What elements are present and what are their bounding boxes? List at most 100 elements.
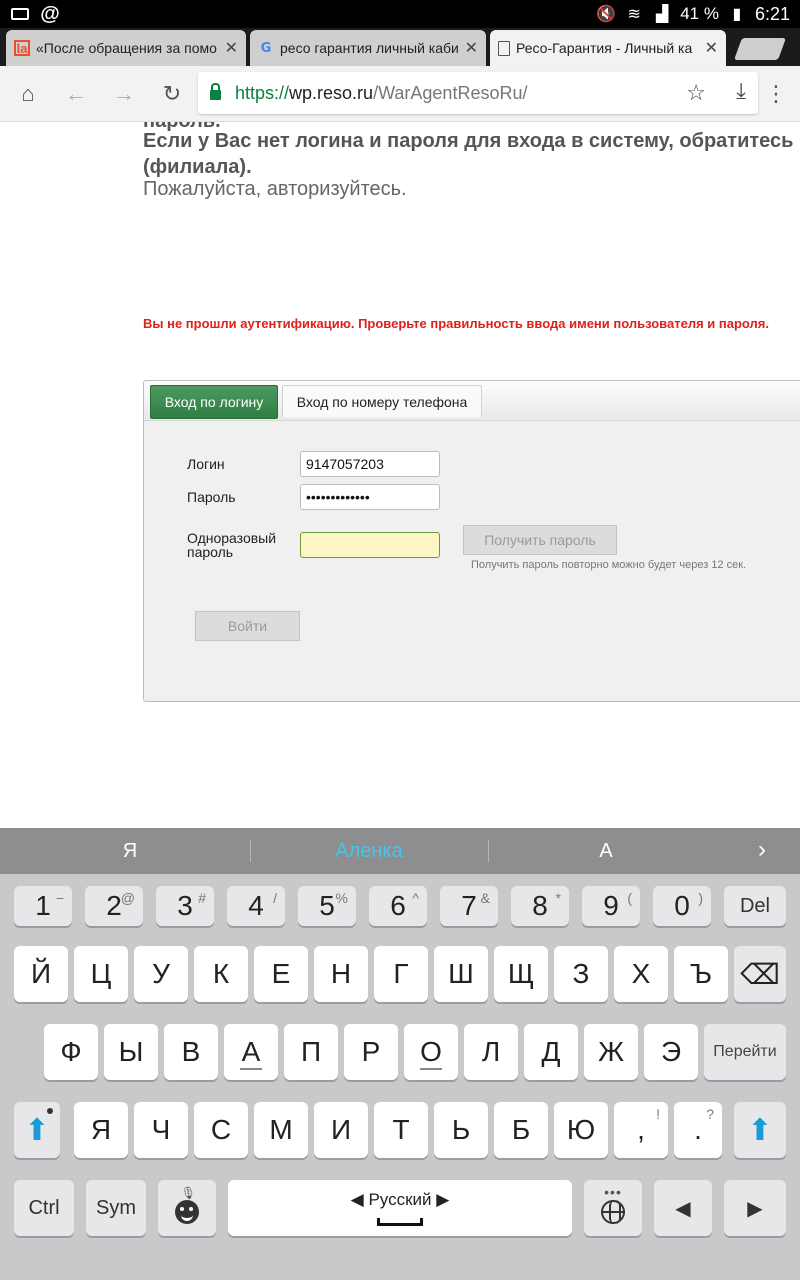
key-letter[interactable]: Н: [314, 946, 368, 1002]
key-letter[interactable]: Ь: [434, 1102, 488, 1158]
key-letter[interactable]: С: [194, 1102, 248, 1158]
key-letter[interactable]: М: [254, 1102, 308, 1158]
back-icon[interactable]: ←: [52, 70, 100, 118]
key-label: В: [181, 1036, 201, 1067]
overflow-menu-icon[interactable]: ⋮: [758, 70, 794, 118]
key-label: ,: [637, 1114, 645, 1145]
key-label: С: [210, 1114, 232, 1145]
key-letter[interactable]: Е: [254, 946, 308, 1002]
key-letter[interactable]: Ц: [74, 946, 128, 1002]
address-bar[interactable]: https:// wp.reso.ru /WarAgentResoRu/ ☆ ⤓: [198, 72, 758, 114]
shift-icon: ⬆: [24, 1113, 50, 1147]
key-digit-6[interactable]: 6 ^: [369, 886, 427, 926]
login-input[interactable]: 9147057203: [300, 451, 440, 477]
key-language[interactable]: •••: [584, 1180, 642, 1236]
shift-icon: ⬆: [747, 1113, 773, 1147]
key-letter[interactable]: Т: [374, 1102, 428, 1158]
key-delete[interactable]: Del: [724, 886, 786, 926]
key-letter[interactable]: Х: [614, 946, 668, 1002]
tab-login-by-phone[interactable]: Вход по номеру телефона: [282, 385, 482, 417]
close-tab-icon[interactable]: ✕: [465, 38, 478, 58]
key-sym[interactable]: Sym: [86, 1180, 146, 1236]
key-period[interactable]: .?: [674, 1102, 722, 1158]
key-letter[interactable]: В: [164, 1024, 218, 1080]
key-letter[interactable]: У: [134, 946, 188, 1002]
key-label: Ш: [448, 958, 474, 989]
key-letter[interactable]: Г: [374, 946, 428, 1002]
get-password-button[interactable]: Получить пароль: [463, 525, 617, 555]
key-letter[interactable]: Л: [464, 1024, 518, 1080]
browser-tab-1[interactable]: la «После обращения за помо ✕: [6, 30, 246, 66]
key-digit-3[interactable]: 3 #: [156, 886, 214, 926]
suggestion-right[interactable]: А: [488, 828, 724, 874]
forward-icon[interactable]: →: [100, 70, 148, 118]
key-digit-0[interactable]: 0): [653, 886, 711, 926]
key-letter[interactable]: О: [404, 1024, 458, 1080]
tab-title: «После обращения за помо: [36, 40, 217, 56]
key-letter[interactable]: Д: [524, 1024, 578, 1080]
key-digit-1[interactable]: 1−: [14, 886, 72, 926]
key-label: Э: [660, 1036, 682, 1067]
key-comma[interactable]: ,!: [614, 1102, 668, 1158]
key-shift-right[interactable]: ⬆: [734, 1102, 786, 1158]
key-letter[interactable]: Й: [14, 946, 68, 1002]
key-letter[interactable]: К: [194, 946, 248, 1002]
key-letter[interactable]: Ж: [584, 1024, 638, 1080]
key-ctrl[interactable]: Ctrl: [14, 1180, 74, 1236]
browser-tab-2[interactable]: G ресо гарантия личный каби ✕: [250, 30, 486, 66]
key-digit-9[interactable]: 9(: [582, 886, 640, 926]
key-cursor-left[interactable]: ◀: [654, 1180, 712, 1236]
key-letter[interactable]: Я: [74, 1102, 128, 1158]
key-letter[interactable]: И: [314, 1102, 368, 1158]
key-label: Ц: [90, 958, 112, 989]
key-letter[interactable]: Ч: [134, 1102, 188, 1158]
tab-login-by-username[interactable]: Вход по логину: [150, 385, 278, 419]
key-letter[interactable]: Ю: [554, 1102, 608, 1158]
download-icon[interactable]: ⤓: [736, 78, 746, 104]
key-letter[interactable]: Э: [644, 1024, 698, 1080]
suggestion-left[interactable]: Я: [10, 828, 250, 874]
key-digit-2[interactable]: 2 @: [85, 886, 143, 926]
key-label: Я: [90, 1114, 112, 1145]
key-label: Ы: [118, 1036, 144, 1067]
key-letter[interactable]: Ъ: [674, 946, 728, 1002]
home-icon[interactable]: ⌂: [4, 70, 52, 118]
key-digit-4[interactable]: 4/: [227, 886, 285, 926]
password-input[interactable]: •••••••••••••: [300, 484, 440, 510]
key-emoji[interactable]: 🎙: [158, 1180, 216, 1236]
key-digit-8[interactable]: 8 *: [511, 886, 569, 926]
key-space[interactable]: ◀ Русский ▶: [228, 1180, 572, 1236]
key-letter[interactable]: П: [284, 1024, 338, 1080]
no-login-notice-line2: (филиала).: [143, 156, 252, 178]
close-tab-icon[interactable]: ✕: [225, 38, 238, 58]
key-letter[interactable]: Ш: [434, 946, 488, 1002]
key-backspace[interactable]: ⌫: [734, 946, 786, 1002]
key-letter[interactable]: А: [224, 1024, 278, 1080]
key-letter[interactable]: Б: [494, 1102, 548, 1158]
browser-tab-3-active[interactable]: Ресо-Гарантия - Личный ка ✕: [490, 30, 726, 66]
key-letter[interactable]: Р: [344, 1024, 398, 1080]
bookmark-star-icon[interactable]: ☆: [686, 80, 706, 106]
key-letter[interactable]: Ы: [104, 1024, 158, 1080]
key-label: Перейти: [713, 1043, 777, 1060]
key-shift-left[interactable]: ⬆: [14, 1102, 60, 1158]
tab-title: ресо гарантия личный каби: [280, 40, 459, 56]
key-label: Д: [541, 1036, 561, 1067]
key-go[interactable]: Перейти: [704, 1024, 786, 1080]
login-button[interactable]: Войти: [195, 611, 300, 641]
key-alt-label: *: [555, 890, 561, 906]
key-digit-5[interactable]: 5%: [298, 886, 356, 926]
key-letter[interactable]: Ф: [44, 1024, 98, 1080]
key-letter[interactable]: З: [554, 946, 608, 1002]
otp-input[interactable]: [300, 532, 440, 558]
key-letter[interactable]: Щ: [494, 946, 548, 1002]
suggestion-center[interactable]: Аленка: [250, 828, 488, 874]
chevron-right-icon[interactable]: ›: [758, 836, 766, 864]
new-tab-button[interactable]: [733, 38, 787, 60]
keyboard-icon: [10, 5, 30, 23]
reload-icon[interactable]: ↻: [148, 70, 196, 118]
key-cursor-right[interactable]: ▶: [724, 1180, 786, 1236]
key-digit-7[interactable]: 7 &: [440, 886, 498, 926]
close-tab-icon[interactable]: ✕: [705, 38, 718, 58]
key-label: Del: [739, 894, 770, 917]
